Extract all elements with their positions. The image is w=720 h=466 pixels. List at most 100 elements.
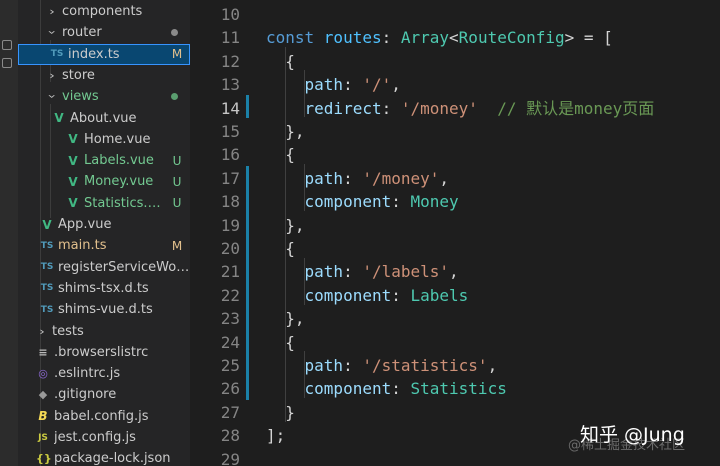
code-line[interactable]: 20 { (190, 237, 720, 260)
extensions-icon[interactable] (2, 58, 12, 68)
code-token: RouteConfig (458, 28, 565, 48)
code-line[interactable]: 26 component: Statistics (190, 377, 720, 400)
code-line[interactable]: 11 const routes: Array<RouteConfig> = [ (190, 26, 720, 49)
tree-file[interactable]: ◆ .gitignore (18, 384, 190, 405)
tree-file[interactable]: {} package-lock.json (18, 448, 190, 466)
chevron-down-icon[interactable]: › (44, 91, 61, 103)
tree-file[interactable]: TS main.ts M (18, 235, 190, 256)
tree-file[interactable]: JS jest.config.js (18, 427, 190, 448)
tree-item-label: .browserslistrc (54, 344, 149, 360)
code-token: routes (323, 28, 382, 48)
eslint-file-icon: ◎ (38, 367, 48, 381)
tree-file[interactable]: V App.vue (18, 214, 190, 235)
tree-folder[interactable]: › router (18, 22, 190, 43)
code-text: ]; (266, 424, 285, 447)
line-number: 16 (220, 145, 240, 165)
tree-file[interactable]: TS index.ts M (18, 43, 190, 65)
chevron-right-icon[interactable]: › (44, 5, 60, 18)
code-text: component: Labels (266, 284, 469, 307)
tree-item-label: Home.vue (84, 131, 151, 147)
code-token: // 默认是money页面 (497, 98, 655, 118)
git-file-icon: ◆ (38, 388, 48, 402)
line-number: 11 (220, 28, 240, 48)
tree-file[interactable]: V Labels.vue U (18, 150, 190, 171)
code-line[interactable]: 17 path: '/money', (190, 167, 720, 190)
code-text: path: '/', (266, 73, 401, 96)
code-token: { (266, 145, 295, 165)
tree-file[interactable]: TS registerServiceWork... (18, 257, 190, 278)
tree-item-label: About.vue (70, 110, 137, 126)
tree-folder[interactable]: › views (18, 86, 190, 107)
code-token: }, (266, 309, 305, 329)
code-token: Money (410, 192, 459, 212)
code-token: { (266, 332, 295, 352)
chevron-right-icon[interactable]: › (44, 69, 60, 82)
code-token: , (439, 168, 450, 188)
tree-file[interactable]: V About.vue (18, 108, 190, 129)
code-editor[interactable]: 10 11 const routes: Array<RouteConfig> = [… (190, 0, 720, 466)
tree-item-label: views (62, 89, 99, 105)
tree-file[interactable]: V Money.vue U (18, 171, 190, 192)
tree-file[interactable]: TS shims-tsx.d.ts (18, 278, 190, 299)
chevron-right-icon[interactable]: › (34, 325, 50, 338)
git-status-badge: U (172, 174, 182, 189)
code-line[interactable]: 18 component: Money (190, 190, 720, 213)
tree-item-label: Labels.vue (84, 153, 154, 169)
code-line[interactable]: 21 path: '/labels', (190, 260, 720, 283)
code-text: }, (266, 120, 304, 143)
tree-item-label: shims-tsx.d.ts (58, 280, 149, 296)
vue-file-icon: V (68, 132, 78, 147)
line-number: 12 (220, 51, 240, 71)
code-text: path: '/money', (266, 167, 450, 190)
code-token: : (343, 168, 363, 188)
code-text: const routes: Array<RouteConfig> = [ (266, 26, 613, 49)
tree-file[interactable]: TS shims-vue.d.ts (18, 299, 190, 320)
code-text: { (266, 331, 295, 354)
tree-file[interactable]: V Home.vue (18, 129, 190, 150)
code-text: } (266, 401, 295, 424)
code-line[interactable]: 13 path: '/', (190, 73, 720, 96)
files-icon[interactable] (2, 40, 12, 50)
tree-item-label: registerServiceWork... (58, 259, 190, 275)
tree-folder[interactable]: › components (18, 1, 190, 22)
git-status-badge: M (171, 238, 183, 253)
code-line[interactable]: 19 }, (190, 214, 720, 237)
code-token: path (304, 262, 344, 282)
code-line[interactable]: 14 redirect: '/money' // 默认是money页面 (190, 97, 720, 120)
git-status-badge: M (171, 47, 183, 62)
code-token: : (391, 379, 411, 399)
code-line[interactable]: 15 }, (190, 120, 720, 143)
line-number: 15 (220, 122, 240, 141)
chevron-down-icon[interactable]: › (44, 27, 61, 39)
code-line[interactable]: 10 (190, 3, 720, 26)
js-file-icon: JS (38, 432, 48, 443)
code-line[interactable]: 24 { (190, 331, 720, 354)
tree-folder[interactable]: › tests (18, 321, 190, 342)
code-text: { (266, 50, 295, 73)
code-line[interactable]: 23 }, (190, 307, 720, 330)
tree-folder[interactable]: › store (18, 65, 190, 86)
tree-item-label: router (62, 25, 102, 41)
tree-item-label: .eslintrc.js (54, 366, 121, 382)
line-number: 19 (220, 215, 240, 235)
tree-item-label: tests (52, 323, 84, 339)
code-line[interactable]: 12 { (190, 50, 720, 73)
explorer-sidebar: › components › router TS index.ts M › store › view… (18, 0, 190, 466)
vue-file-icon: V (42, 217, 52, 232)
tree-file[interactable]: Bbabel.config.js (18, 406, 190, 427)
line-number: 28 (220, 426, 240, 446)
tree-file[interactable]: ◎ .eslintrc.js (18, 363, 190, 384)
tree-file[interactable]: ≡ .browserslistrc (18, 342, 190, 363)
code-token: , (487, 356, 498, 375)
code-token: : (391, 192, 411, 212)
line-number: 10 (220, 5, 240, 24)
code-line[interactable]: 22 component: Labels (190, 284, 720, 307)
watermark-zhihu: 知乎 @Jung (580, 424, 685, 446)
code-line[interactable]: 16 { (190, 143, 720, 166)
tree-file[interactable]: V Statistics.vue U (18, 193, 190, 214)
code-line[interactable]: 25 path: '/statistics', (190, 354, 720, 377)
